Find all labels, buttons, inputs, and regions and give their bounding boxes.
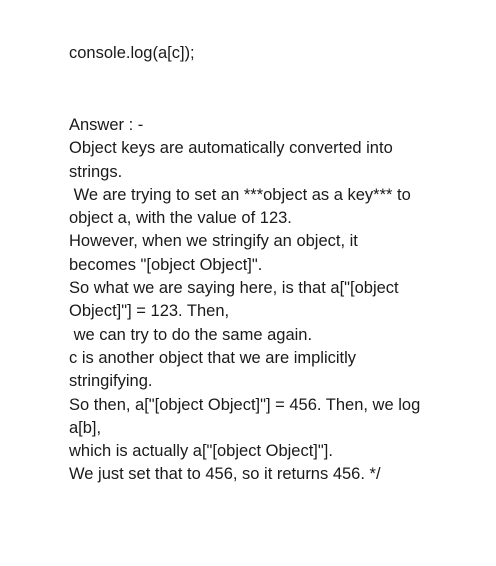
answer-line: which is actually a["[object Object]"].: [69, 442, 333, 461]
document-page: console.log(a[c]); Answer : - Object key…: [0, 0, 496, 566]
answer-line: However, when we stringify an object, it: [69, 232, 358, 251]
answer-line: So then, a["[object Object]"] = 456. The…: [69, 395, 421, 414]
answer-line: stringifying.: [69, 372, 153, 391]
answer-line: So what we are saying here, is that a["[…: [69, 279, 399, 298]
code-snippet: console.log(a[c]);: [69, 44, 195, 62]
answer-line: strings.: [69, 162, 123, 181]
answer-text: Answer : - Object keys are automatically…: [69, 114, 469, 487]
answer-line: becomes "[object Object]".: [69, 255, 263, 274]
answer-line: Object]"] = 123. Then,: [69, 302, 230, 321]
answer-line: we can try to do the same again.: [69, 325, 313, 344]
answer-line: a[b],: [69, 418, 102, 437]
answer-heading: Answer : -: [69, 116, 144, 134]
answer-line: c is another object that we are implicit…: [69, 348, 357, 367]
answer-line: We just set that to 456, so it returns 4…: [69, 465, 381, 484]
answer-line: We are trying to set an ***object as a k…: [69, 185, 411, 204]
answer-line: object a, with the value of 123.: [69, 209, 292, 228]
answer-line: Object keys are automatically converted …: [69, 139, 393, 158]
